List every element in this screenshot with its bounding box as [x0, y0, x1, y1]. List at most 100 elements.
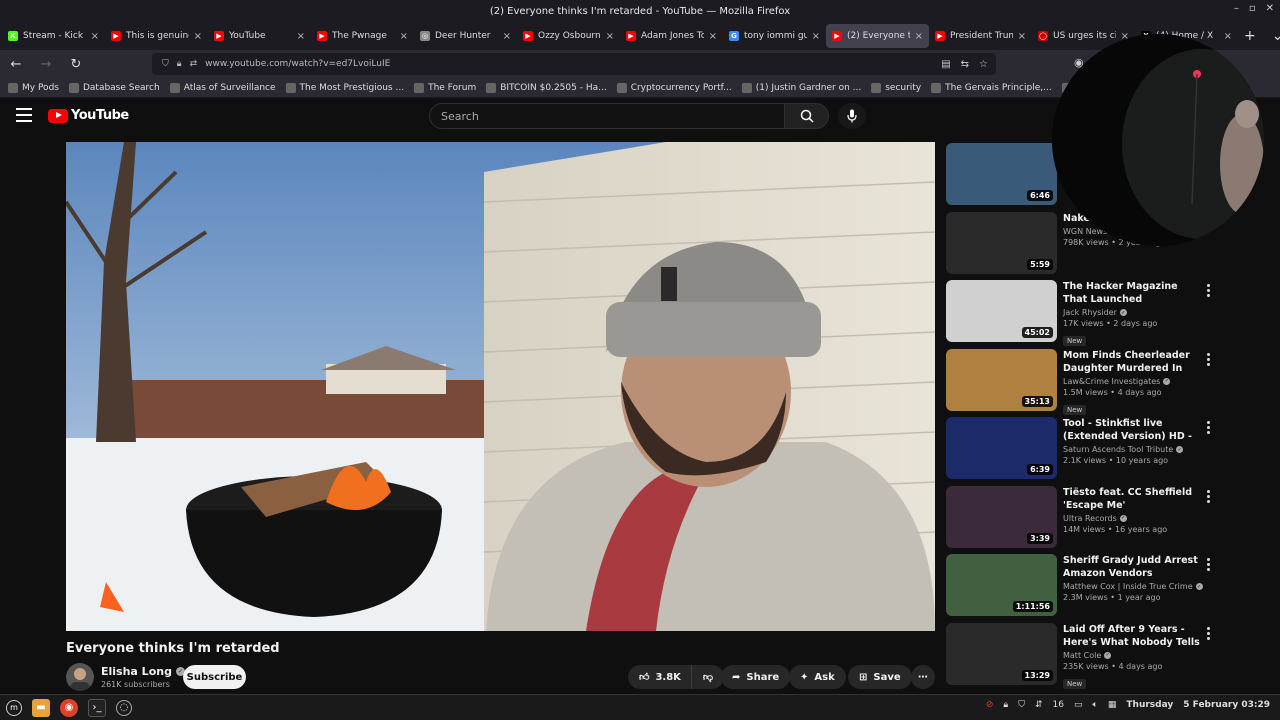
recommendation-channel-name[interactable]: Saturn Ascends Tool Tribute	[1063, 445, 1173, 454]
bookmark-item[interactable]: BITCOIN $0.2505 - Ha...	[486, 82, 607, 93]
tab-close-icon[interactable]: ×	[812, 31, 820, 42]
folder-icon[interactable]: ▬	[32, 698, 50, 717]
video-player[interactable]	[66, 142, 935, 631]
tab-title[interactable]: Ozzy Osbourne	[538, 31, 601, 41]
recommendation-title[interactable]: Mom Finds Cheerleader Daughter Murdered …	[1063, 349, 1203, 375]
dislike-button[interactable]: 👎︎	[690, 665, 725, 689]
tab-title[interactable]: YouTube	[229, 31, 292, 41]
bookmark-label[interactable]: (1) Justin Gardner on ...	[756, 83, 861, 93]
recording-icon[interactable]: ⊘	[986, 700, 994, 710]
recommendation-more-icon[interactable]	[1204, 284, 1212, 297]
search-button[interactable]	[785, 103, 829, 129]
tab-title[interactable]: Adam Jones To	[641, 31, 704, 41]
recommendation-more-icon[interactable]	[1204, 626, 1212, 640]
recommendation-item[interactable]: 6:39 Tool - Stinkfist live (Extended Vers…	[946, 417, 1216, 481]
recommendation-thumbnail[interactable]: 5:59	[946, 211, 1057, 274]
recommendation-title[interactable]: Sheriff Grady Judd Arrest Amazon Vendors	[1063, 554, 1203, 580]
browser-tab[interactable]: Gtony iommi guit ×	[723, 24, 826, 48]
tab-close-icon[interactable]: ×	[400, 31, 408, 42]
tab-close-icon[interactable]: ×	[297, 31, 305, 42]
youtube-logo[interactable]: YouTube	[48, 108, 129, 123]
browser-tab[interactable]: ▶ This is genuinel ×	[105, 24, 208, 48]
recommendation-more-icon[interactable]	[1204, 489, 1212, 503]
maximize-icon[interactable]: ▫	[1249, 3, 1256, 14]
recommendation-channel-name[interactable]: Jack Rhysider	[1063, 308, 1117, 317]
tab-close-icon[interactable]: ×	[915, 31, 923, 42]
minimize-icon[interactable]: –	[1234, 3, 1239, 14]
recommendation-channel-name[interactable]: Law&Crime Investigates	[1063, 377, 1160, 386]
tab-title[interactable]: The Pwnage	[332, 31, 395, 41]
recommendation-title[interactable]: The Hacker Magazine That Launched Thousa…	[1063, 280, 1203, 306]
browser-tab[interactable]: ▶ The Pwnage ×	[311, 24, 414, 48]
volume-level[interactable]: 16	[1053, 700, 1064, 710]
recommendation-thumbnail[interactable]: 35:13	[946, 348, 1057, 411]
recommendation-item[interactable]: 45:02 The Hacker Magazine That Launched T…	[946, 280, 1216, 346]
save-button[interactable]: ⊞ Save	[848, 665, 912, 689]
bookmark-item[interactable]: security	[871, 82, 921, 93]
tab-close-icon[interactable]: ×	[606, 31, 614, 42]
bookmark-label[interactable]: Atlas of Surveillance	[184, 83, 276, 93]
recommendation-channel-name[interactable]: Ultra Records	[1063, 514, 1117, 523]
tab-close-icon[interactable]: ×	[709, 31, 717, 42]
new-tab-button[interactable]: +	[1244, 28, 1256, 44]
shield-icon[interactable]: ⛉	[162, 59, 169, 69]
start-menu-icon[interactable]: m	[6, 699, 22, 716]
voice-search-button[interactable]	[838, 103, 866, 129]
network-icon[interactable]: ⇵	[1035, 700, 1043, 710]
lock-icon[interactable]: 🔒︎	[177, 59, 182, 69]
recommendation-thumbnail[interactable]: 6:46	[946, 143, 1057, 205]
tab-title[interactable]: Deer Hunter	[435, 31, 498, 41]
tab-title[interactable]: This is genuinel	[126, 31, 189, 41]
recommendation-channel-name[interactable]: Matthew Cox | Inside True Crime	[1063, 582, 1193, 591]
tab-close-icon[interactable]: ×	[503, 31, 511, 42]
recommendation-item[interactable]: 3:39 Tiësto feat. CC Sheffield 'Escape Me…	[946, 485, 1216, 550]
bookmark-item[interactable]: Cryptocurrency Portf...	[616, 82, 732, 93]
recommendation-more-icon[interactable]	[1204, 558, 1212, 571]
recommendation-item[interactable]: 35:13 Mom Finds Cheerleader Daughter Murd…	[946, 348, 1216, 415]
recommendation-title[interactable]: Laid Off After 9 Years - Here's What Nob…	[1063, 623, 1203, 649]
vpn-icon[interactable]: 🔒︎	[1003, 700, 1008, 710]
tab-close-icon[interactable]: ×	[91, 31, 99, 42]
browser-tab[interactable]: K Stream - Kick D ×	[2, 24, 105, 48]
recommendation-channel-name[interactable]: Matt Cole	[1063, 651, 1101, 660]
bookmark-label[interactable]: security	[885, 83, 921, 93]
forward-button[interactable]: →	[38, 57, 54, 72]
recommendation-thumbnail[interactable]: 13:29	[946, 622, 1057, 685]
tab-close-icon[interactable]: ×	[194, 31, 202, 42]
recommendation-thumbnail[interactable]: 3:39	[946, 485, 1057, 548]
recommendation-thumbnail[interactable]: 6:39	[946, 417, 1057, 479]
reader-view-icon[interactable]: ▤	[941, 59, 950, 70]
tab-close-icon[interactable]: ×	[1018, 31, 1026, 42]
translate-icon[interactable]: ⇆	[961, 59, 969, 70]
recommendation-more-icon[interactable]	[1204, 352, 1212, 366]
recommendation-channel[interactable]: Saturn Ascends Tool Tribute ✓	[1063, 445, 1203, 454]
layout-icon[interactable]: ▦	[1108, 700, 1117, 710]
recommendation-item[interactable]: 1:11:56 Sheriff Grady Judd Arrest Amazon …	[946, 554, 1216, 618]
recommendation-more-icon[interactable]	[1204, 421, 1212, 434]
browser-tab[interactable]: ▶ Adam Jones To ×	[620, 24, 723, 48]
bookmark-item[interactable]: My Pods	[8, 82, 59, 93]
tab-title[interactable]: tony iommi guit	[744, 31, 807, 41]
bookmark-label[interactable]: Database Search	[83, 83, 160, 93]
address-bar[interactable]: ⛉ 🔒︎ ⇄ www.youtube.com/watch?v=ed7LvoiLu…	[152, 53, 996, 75]
bookmark-star-icon[interactable]: ☆	[979, 59, 988, 70]
terminal-icon[interactable]: ›_	[88, 698, 106, 717]
like-button[interactable]: 👍︎ 3.8K	[628, 665, 691, 689]
channel-avatar[interactable]	[66, 663, 94, 691]
tab-list-button[interactable]: ⌄	[1272, 28, 1280, 44]
bookmark-label[interactable]: My Pods	[22, 83, 59, 93]
shield-tray-icon[interactable]: ⛉	[1018, 700, 1025, 710]
subscribe-button[interactable]: Subscribe	[183, 665, 246, 689]
browser-tab[interactable]: ▶ Ozzy Osbourne ×	[517, 24, 620, 48]
permissions-icon[interactable]: ⇄	[190, 59, 198, 69]
bookmark-label[interactable]: The Gervais Principle,...	[945, 83, 1052, 93]
speaker-icon[interactable]: 🔈︎	[1092, 700, 1097, 710]
bookmark-item[interactable]: The Forum	[414, 82, 476, 93]
recommendation-channel[interactable]: Law&Crime Investigates ✓	[1063, 377, 1203, 386]
bookmark-item[interactable]: Atlas of Surveillance	[169, 82, 276, 93]
browser-tab[interactable]: ▶ President Trum ×	[929, 24, 1032, 48]
channel-name[interactable]: Elisha Long ✓	[101, 665, 185, 678]
share-button[interactable]: ➦ Share	[721, 665, 791, 689]
display-icon[interactable]: ▭	[1074, 700, 1083, 710]
bookmark-item[interactable]: Database Search	[68, 82, 160, 93]
